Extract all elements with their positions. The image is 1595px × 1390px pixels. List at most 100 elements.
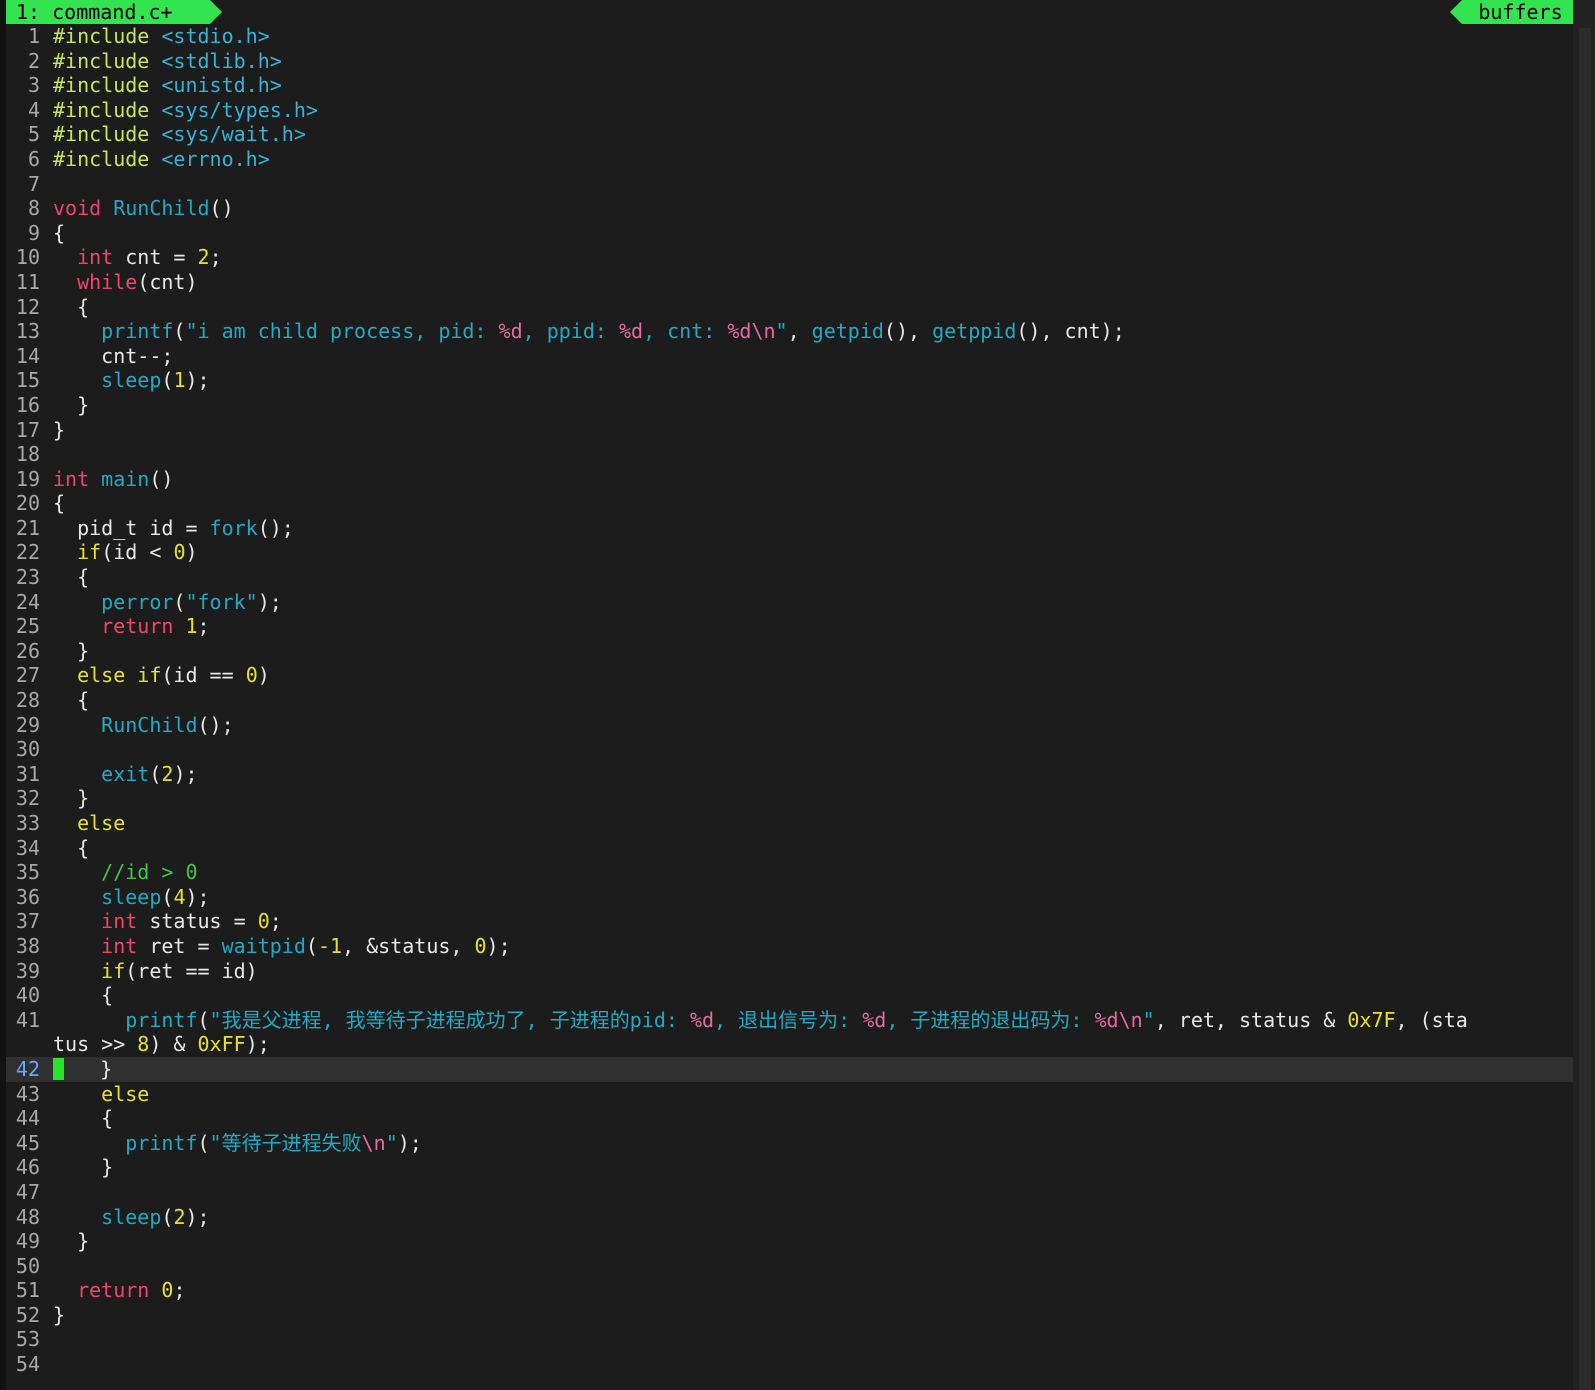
line-number: 1	[27, 24, 40, 48]
code-line[interactable]: 16 }	[6, 393, 1573, 418]
code-line[interactable]: 47	[6, 1180, 1573, 1205]
code-line[interactable]: 23 {	[6, 565, 1573, 590]
code-line[interactable]: 12 {	[6, 295, 1573, 320]
code-token: if	[101, 958, 126, 983]
tab-command-c[interactable]: 1: command.c+	[6, 0, 222, 24]
code-line[interactable]: 24 perror("fork");	[6, 590, 1573, 615]
code-token: , (sta	[1395, 1007, 1468, 1032]
code-line[interactable]: 9{	[6, 221, 1573, 246]
code-line[interactable]: 30	[6, 737, 1573, 762]
code-line[interactable]: 14 cnt--;	[6, 344, 1573, 369]
code-line[interactable]: 51 return 0;	[6, 1278, 1573, 1303]
code-line[interactable]: 2 #include <stdlib.h>	[6, 49, 1573, 74]
code-line[interactable]: 32 }	[6, 786, 1573, 811]
code-token: );	[257, 589, 282, 614]
code-line[interactable]: 25 return 1;	[6, 614, 1573, 639]
code-token: 1	[185, 614, 198, 639]
code-line[interactable]: 21 pid_t id = fork();	[6, 516, 1573, 541]
code-token: 0	[257, 909, 270, 934]
code-line[interactable]: 43 else	[6, 1082, 1573, 1107]
code-line[interactable]: 45 printf("等待子进程失败\n");	[6, 1131, 1573, 1156]
code-token: 0x7F	[1347, 1007, 1396, 1032]
line-number: 48	[15, 1204, 40, 1229]
code-line[interactable]: 44 {	[6, 1106, 1573, 1131]
code-token: );	[397, 1130, 422, 1155]
code-token: getpid	[811, 319, 884, 344]
code-line[interactable]: 27 else if(id == 0)	[6, 663, 1573, 688]
code-line[interactable]: tus >> 8) & 0xFF);	[6, 1032, 1573, 1057]
code-line[interactable]: 34 {	[6, 836, 1573, 861]
scrollbar-thumb[interactable]	[1579, 28, 1591, 1390]
code-line[interactable]: 54	[6, 1352, 1573, 1377]
scrollbar-track[interactable]	[1573, 0, 1595, 1390]
current-line[interactable]: 42 }	[6, 1056, 1573, 1082]
line-code: {	[53, 565, 89, 590]
code-line[interactable]: 10 int cnt = 2;	[6, 245, 1573, 270]
code-line[interactable]: 15 sleep(1);	[6, 368, 1573, 393]
code-line[interactable]: 40 {	[6, 983, 1573, 1008]
code-line[interactable]: 7	[6, 172, 1573, 197]
code-line[interactable]: 48 sleep(2);	[6, 1205, 1573, 1230]
code-line[interactable]: 35 //id > 0	[6, 860, 1573, 885]
code-line[interactable]: 36 sleep(4);	[6, 885, 1573, 910]
code-line[interactable]: 46 }	[6, 1155, 1573, 1180]
code-line[interactable]: 39 if(ret == id)	[6, 959, 1573, 984]
code-token: <sys/wait.h>	[161, 122, 306, 147]
code-line[interactable]: 26 }	[6, 639, 1573, 664]
code-token: 2	[173, 1204, 186, 1229]
code-line[interactable]: 5 #include <sys/wait.h>	[6, 122, 1573, 147]
code-line[interactable]: 22 if(id < 0)	[6, 540, 1573, 565]
code-line[interactable]: 31 exit(2);	[6, 762, 1573, 787]
code-line[interactable]: 41 printf("我是父进程, 我等待子进程成功了, 子进程的pid: %d…	[6, 1008, 1573, 1033]
code-token: );	[486, 933, 511, 958]
code-token: {	[53, 688, 90, 713]
buffers-indicator[interactable]: buffers	[1450, 0, 1573, 24]
code-line[interactable]: 1 #include <stdio.h>	[6, 24, 1573, 49]
line-code: tus >> 8) & 0xFF);	[53, 1032, 270, 1057]
code-line[interactable]: 33 else	[6, 811, 1573, 836]
code-token: if	[77, 540, 102, 565]
code-line[interactable]: 11 while(cnt)	[6, 270, 1573, 295]
code-line[interactable]: 28 {	[6, 688, 1573, 713]
code-token: ;	[173, 1278, 186, 1303]
code-line[interactable]: 19 int main()	[6, 467, 1573, 492]
line-code: return 1;	[53, 614, 209, 639]
line-number: 6	[27, 146, 40, 171]
line-code: int cnt = 2;	[53, 245, 222, 270]
code-token: {	[53, 565, 90, 590]
code-token: "我是父进程, 我等待子进程成功了, 子进程的pid:	[209, 1007, 690, 1032]
code-line[interactable]: 6 #include <errno.h>	[6, 147, 1573, 172]
code-token: (	[197, 1007, 210, 1032]
code-line[interactable]: 49 }	[6, 1229, 1573, 1254]
line-number: 32	[15, 786, 40, 811]
code-line[interactable]: 4 #include <sys/types.h>	[6, 98, 1573, 123]
code-line[interactable]: 18	[6, 442, 1573, 467]
line-code: #include <sys/types.h>	[53, 98, 318, 123]
line-code: while(cnt)	[53, 270, 197, 295]
code-token: exit	[101, 761, 150, 786]
code-line[interactable]: 38 int ret = waitpid(-1, &status, 0);	[6, 934, 1573, 959]
code-token: printf	[125, 1007, 198, 1032]
code-line[interactable]: 13 printf("i am child process, pid: %d, …	[6, 319, 1573, 344]
code-line[interactable]: 17}	[6, 418, 1573, 443]
code-line[interactable]: 8 void RunChild()	[6, 196, 1573, 221]
code-line[interactable]: 29 RunChild();	[6, 713, 1573, 738]
code-token: #include	[53, 97, 162, 122]
line-number: 42	[15, 1056, 40, 1081]
code-token: (	[161, 1204, 174, 1229]
code-line[interactable]: 20 {	[6, 491, 1573, 516]
code-line[interactable]: 3 #include <unistd.h>	[6, 73, 1573, 98]
line-code: }	[53, 393, 89, 418]
line-code: }	[53, 1229, 89, 1254]
code-line[interactable]: 52}	[6, 1303, 1573, 1328]
line-number: 22	[15, 540, 40, 565]
code-editor[interactable]: 1 #include <stdio.h> 2 #include <stdlib.h> 3…	[6, 24, 1573, 1377]
line-code: //id > 0	[53, 860, 197, 885]
code-line[interactable]: 50	[6, 1254, 1573, 1279]
code-line[interactable]: 53	[6, 1327, 1573, 1352]
line-code: if(id < 0)	[53, 540, 197, 565]
code-token: int	[101, 909, 138, 934]
line-code: pid_t id = fork();	[53, 516, 294, 541]
code-line[interactable]: 37 int status = 0;	[6, 909, 1573, 934]
